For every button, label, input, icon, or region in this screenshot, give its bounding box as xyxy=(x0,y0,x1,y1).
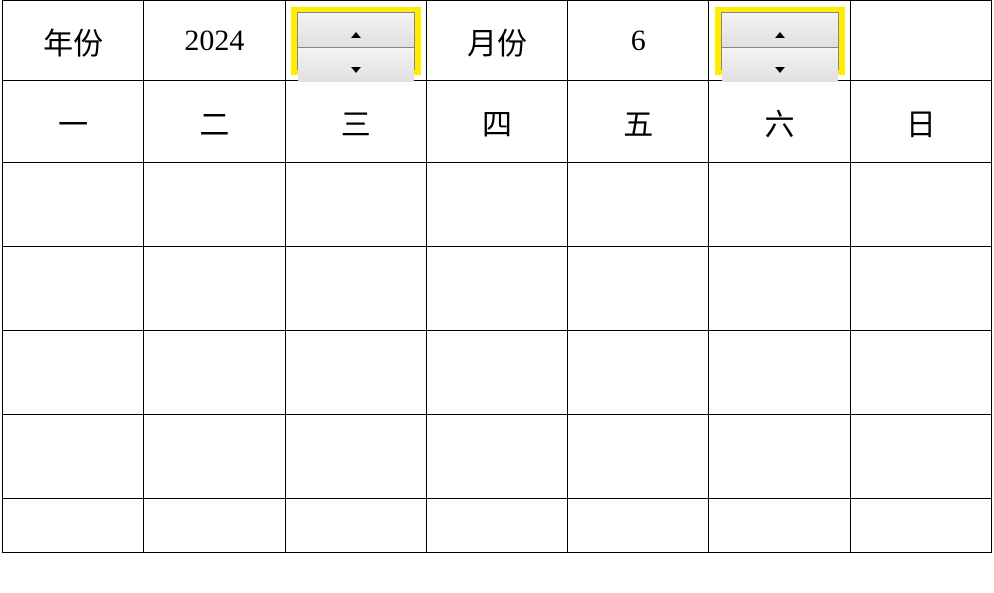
day-cell[interactable] xyxy=(851,163,992,247)
weekday-sun: 日 xyxy=(851,81,992,163)
day-cell[interactable] xyxy=(144,331,285,415)
chevron-up-icon xyxy=(774,13,786,47)
year-spinner-highlight xyxy=(291,7,421,75)
day-cell[interactable] xyxy=(427,415,568,499)
day-cell[interactable] xyxy=(709,499,850,553)
day-cell[interactable] xyxy=(709,331,850,415)
year-value-cell: 2024 xyxy=(144,1,285,81)
year-value: 2024 xyxy=(184,24,244,58)
day-cell[interactable] xyxy=(851,331,992,415)
year-spinner[interactable] xyxy=(297,12,415,70)
day-cell[interactable] xyxy=(851,247,992,331)
month-value: 6 xyxy=(631,24,646,58)
day-cell[interactable] xyxy=(427,247,568,331)
week-row-2 xyxy=(3,247,992,331)
month-spinner-highlight xyxy=(715,7,845,75)
day-cell[interactable] xyxy=(144,415,285,499)
header-row: 年份 2024 xyxy=(3,1,992,81)
weekday-label: 二 xyxy=(199,100,229,144)
year-spinner-cell xyxy=(286,1,427,81)
weekday-tue: 二 xyxy=(144,81,285,163)
day-cell[interactable] xyxy=(427,499,568,553)
weekday-mon: 一 xyxy=(3,81,144,163)
day-cell[interactable] xyxy=(286,247,427,331)
day-cell[interactable] xyxy=(286,415,427,499)
day-cell[interactable] xyxy=(427,331,568,415)
month-spinner-up[interactable] xyxy=(722,13,838,48)
calendar-container: 年份 2024 xyxy=(2,0,992,553)
year-spinner-down[interactable] xyxy=(298,48,414,82)
week-row-5 xyxy=(3,499,992,553)
weekday-label: 三 xyxy=(341,100,371,144)
month-label: 月份 xyxy=(467,19,527,63)
day-cell[interactable] xyxy=(3,247,144,331)
month-value-cell: 6 xyxy=(568,1,709,81)
year-spinner-up[interactable] xyxy=(298,13,414,48)
week-row-4 xyxy=(3,415,992,499)
day-cell[interactable] xyxy=(851,499,992,553)
chevron-down-icon xyxy=(774,48,786,82)
day-cell[interactable] xyxy=(144,499,285,553)
chevron-up-icon xyxy=(350,13,362,47)
weekday-row: 一 二 三 四 五 六 日 xyxy=(3,81,992,163)
weekday-sat: 六 xyxy=(709,81,850,163)
header-empty-cell xyxy=(851,1,992,81)
day-cell[interactable] xyxy=(144,163,285,247)
year-label-cell: 年份 xyxy=(3,1,144,81)
week-row-3 xyxy=(3,331,992,415)
week-row-1 xyxy=(3,163,992,247)
day-cell[interactable] xyxy=(851,415,992,499)
day-cell[interactable] xyxy=(568,331,709,415)
weekday-fri: 五 xyxy=(568,81,709,163)
day-cell[interactable] xyxy=(568,499,709,553)
month-spinner-cell xyxy=(709,1,850,81)
year-label: 年份 xyxy=(43,19,103,63)
weekday-wed: 三 xyxy=(286,81,427,163)
day-cell[interactable] xyxy=(709,163,850,247)
month-label-cell: 月份 xyxy=(427,1,568,81)
day-cell[interactable] xyxy=(568,163,709,247)
day-cell[interactable] xyxy=(709,247,850,331)
weekday-label: 六 xyxy=(765,100,795,144)
weekday-thu: 四 xyxy=(427,81,568,163)
weekday-label: 一 xyxy=(58,100,88,144)
day-cell[interactable] xyxy=(286,499,427,553)
chevron-down-icon xyxy=(350,48,362,82)
weekday-label: 五 xyxy=(623,100,653,144)
day-cell[interactable] xyxy=(3,499,144,553)
day-cell[interactable] xyxy=(568,415,709,499)
weekday-label: 日 xyxy=(906,100,936,144)
day-cell[interactable] xyxy=(286,163,427,247)
day-cell[interactable] xyxy=(3,331,144,415)
day-cell[interactable] xyxy=(3,163,144,247)
day-cell[interactable] xyxy=(568,247,709,331)
day-cell[interactable] xyxy=(286,331,427,415)
day-cell[interactable] xyxy=(709,415,850,499)
day-cell[interactable] xyxy=(427,163,568,247)
day-cell[interactable] xyxy=(3,415,144,499)
month-spinner-down[interactable] xyxy=(722,48,838,82)
day-cell[interactable] xyxy=(144,247,285,331)
month-spinner[interactable] xyxy=(721,12,839,70)
weekday-label: 四 xyxy=(482,100,512,144)
